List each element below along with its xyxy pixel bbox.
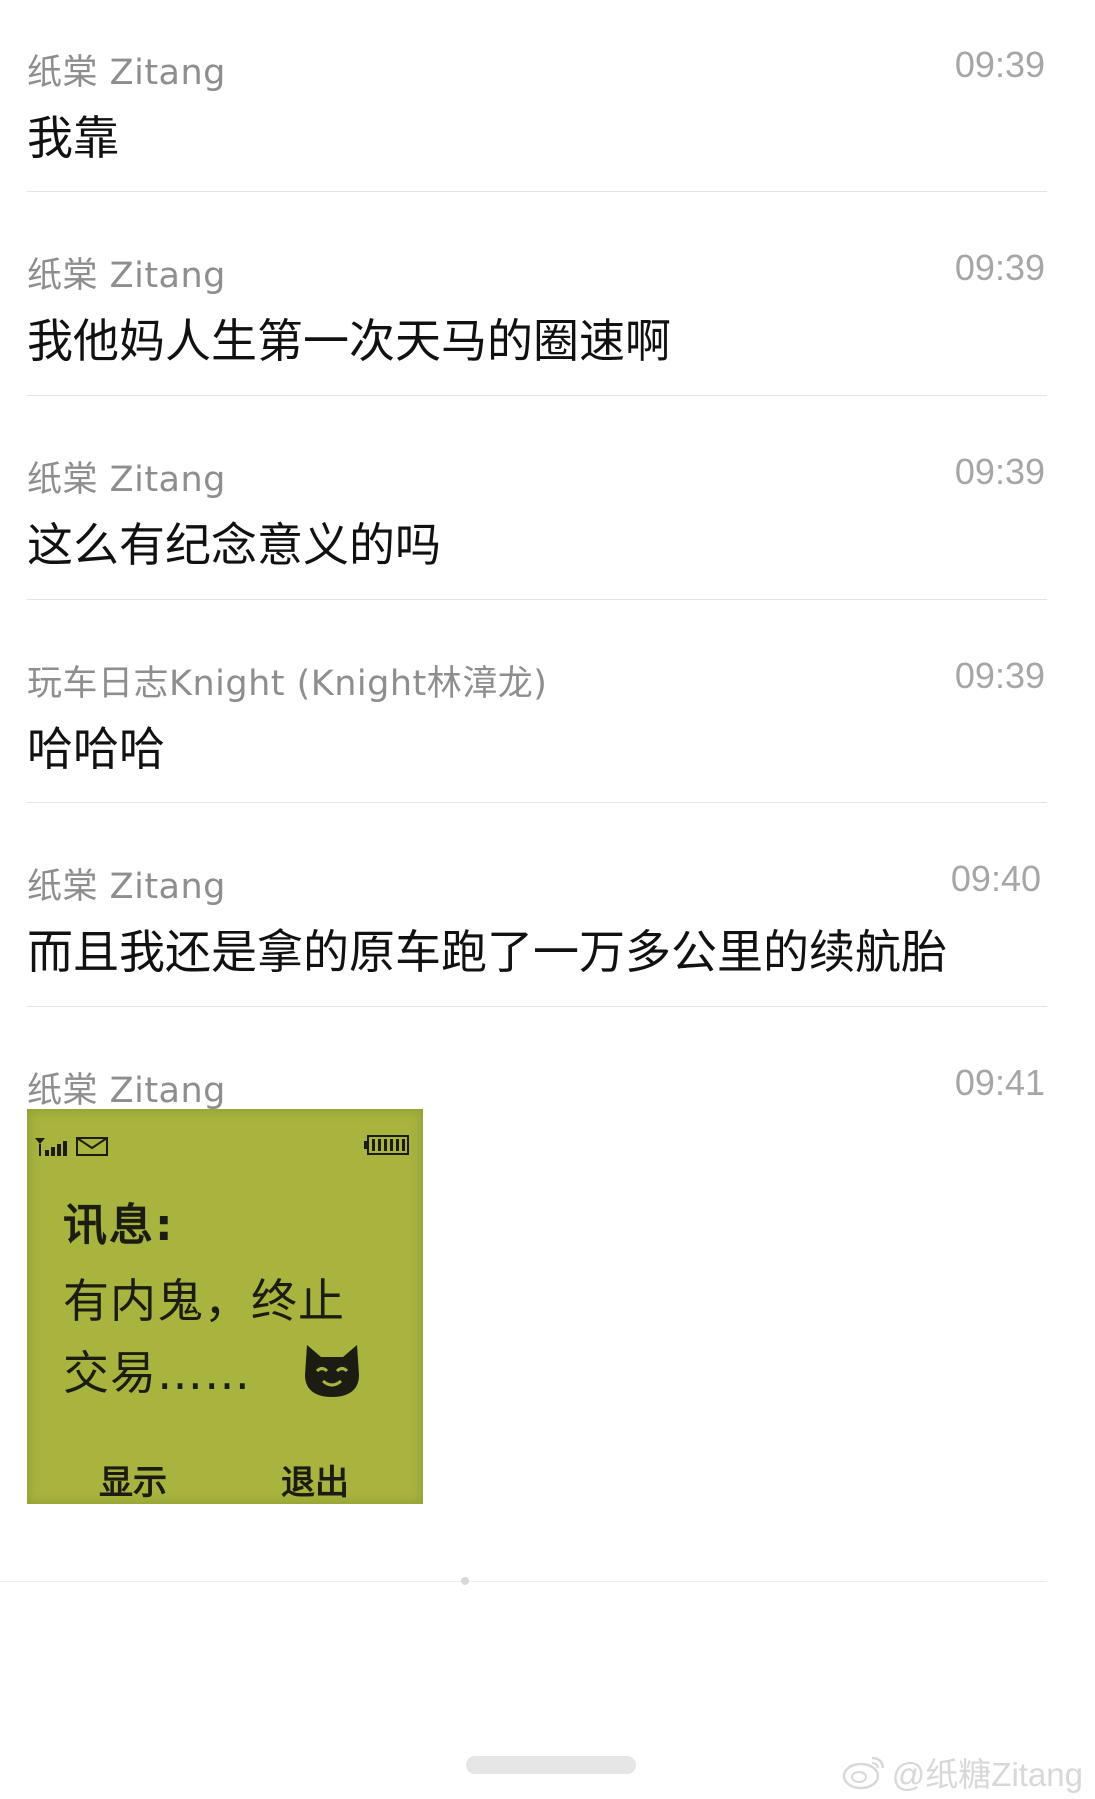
cat-face-icon <box>305 1345 359 1397</box>
message-time: 09:40 <box>950 858 1041 899</box>
sticker-message-line: 交易…… <box>63 1346 251 1400</box>
signal-icon <box>35 1138 67 1156</box>
message-time: 09:39 <box>954 44 1045 85</box>
message-item[interactable]: 纸棠 Zitang 09:39 这么有纪念意义的吗 <box>27 421 1045 624</box>
message-text: 我他妈人生第一次天马的圈速啊 <box>27 314 671 368</box>
sender-name: 纸棠 Zitang <box>27 256 226 296</box>
weibo-icon <box>842 1756 885 1790</box>
sender-name: 纸棠 Zitang <box>27 460 226 500</box>
phone-message-sticker[interactable]: 讯息: 有内鬼，终止 交易…… 显示 退出 <box>27 1109 423 1504</box>
sender-name: 纸棠 Zitang <box>27 867 226 907</box>
watermark: @纸糖Zitang <box>842 1748 1083 1796</box>
home-indicator[interactable] <box>466 1756 636 1774</box>
message-text: 而且我还是拿的原车跑了一万多公里的续航胎 <box>27 925 947 979</box>
message-item[interactable]: 纸棠 Zitang 09:39 我他妈人生第一次天马的圈速啊 <box>27 217 1045 420</box>
sender-name: 纸棠 Zitang <box>27 53 226 93</box>
softkey-exit: 退出 <box>281 1463 349 1503</box>
message-time: 09:41 <box>954 1062 1045 1103</box>
message-item[interactable]: 纸棠 Zitang 09:39 我靠 <box>27 14 1045 217</box>
message-time: 09:39 <box>954 655 1045 696</box>
sticker-message-line: 有内鬼，终止 <box>63 1274 345 1328</box>
sender-name: 玩车日志Knight (Knight林漳龙) <box>27 664 548 704</box>
envelope-icon <box>76 1137 108 1156</box>
sender-name: 纸棠 Zitang <box>27 1071 226 1111</box>
message-text: 哈哈哈 <box>27 722 165 776</box>
message-divider <box>27 802 1047 803</box>
sticker-title: 讯息: <box>63 1200 175 1251</box>
message-time: 09:39 <box>954 247 1045 288</box>
scroll-indicator-dot <box>461 1577 469 1585</box>
message-divider <box>27 395 1047 396</box>
message-item[interactable]: 纸棠 Zitang 09:41 <box>27 1032 1045 1111</box>
bottom-divider <box>0 1581 1047 1582</box>
battery-icon <box>364 1135 409 1155</box>
message-text: 我靠 <box>27 111 119 165</box>
message-time: 09:39 <box>954 451 1045 492</box>
message-item[interactable]: 纸棠 Zitang 09:40 而且我还是拿的原车跑了一万多公里的续航胎 <box>27 828 1045 1031</box>
message-text: 这么有纪念意义的吗 <box>27 518 441 572</box>
watermark-text: @纸糖Zitang <box>891 1756 1083 1793</box>
message-divider <box>27 191 1047 192</box>
message-divider <box>27 1006 1047 1007</box>
softkey-show: 显示 <box>99 1463 167 1503</box>
message-item[interactable]: 玩车日志Knight (Knight林漳龙) 09:39 哈哈哈 <box>27 625 1045 828</box>
message-divider <box>27 599 1047 600</box>
